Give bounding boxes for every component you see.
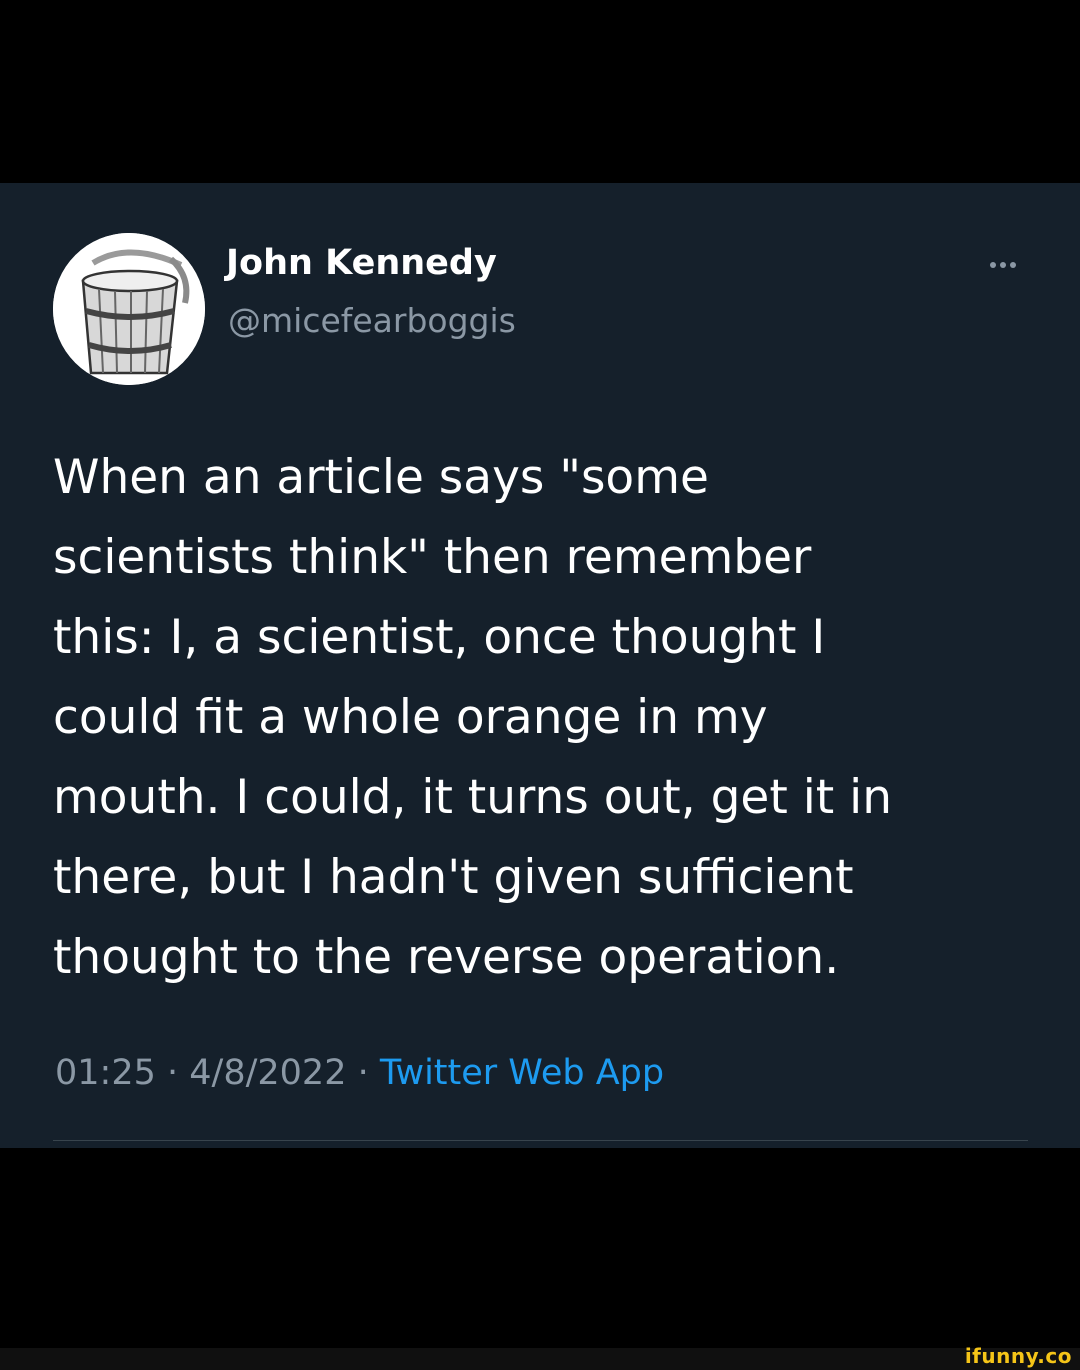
meta-separator: · <box>346 1053 380 1093</box>
divider <box>53 1140 1028 1141</box>
tweet-time[interactable]: 01:25 <box>55 1053 156 1093</box>
meta-separator: · <box>155 1053 190 1093</box>
tweet-text: When an article says "some scientists th… <box>53 450 892 985</box>
more-dots-icon <box>1010 262 1016 268</box>
more-options-button[interactable] <box>978 245 1028 285</box>
tweet-source-link[interactable]: Twitter Web App <box>380 1053 664 1093</box>
more-dots-icon <box>1000 262 1006 268</box>
more-dots-icon <box>990 262 996 268</box>
watermark-strip: ifunny.co <box>0 1344 1080 1370</box>
tweet-date[interactable]: 4/8/2022 <box>189 1053 346 1093</box>
author-display-name[interactable]: John Kennedy <box>226 243 497 283</box>
wooden-bucket-icon <box>53 233 205 385</box>
author-handle[interactable]: @micefearboggis <box>228 301 516 340</box>
ifunny-watermark: ifunny.co <box>964 1344 1072 1368</box>
avatar[interactable] <box>53 233 205 385</box>
tweet-metadata: 01:25 · 4/8/2022 · Twitter Web App <box>55 1053 664 1093</box>
tweet-card: John Kennedy @micefearboggis When an art… <box>0 183 1080 1148</box>
